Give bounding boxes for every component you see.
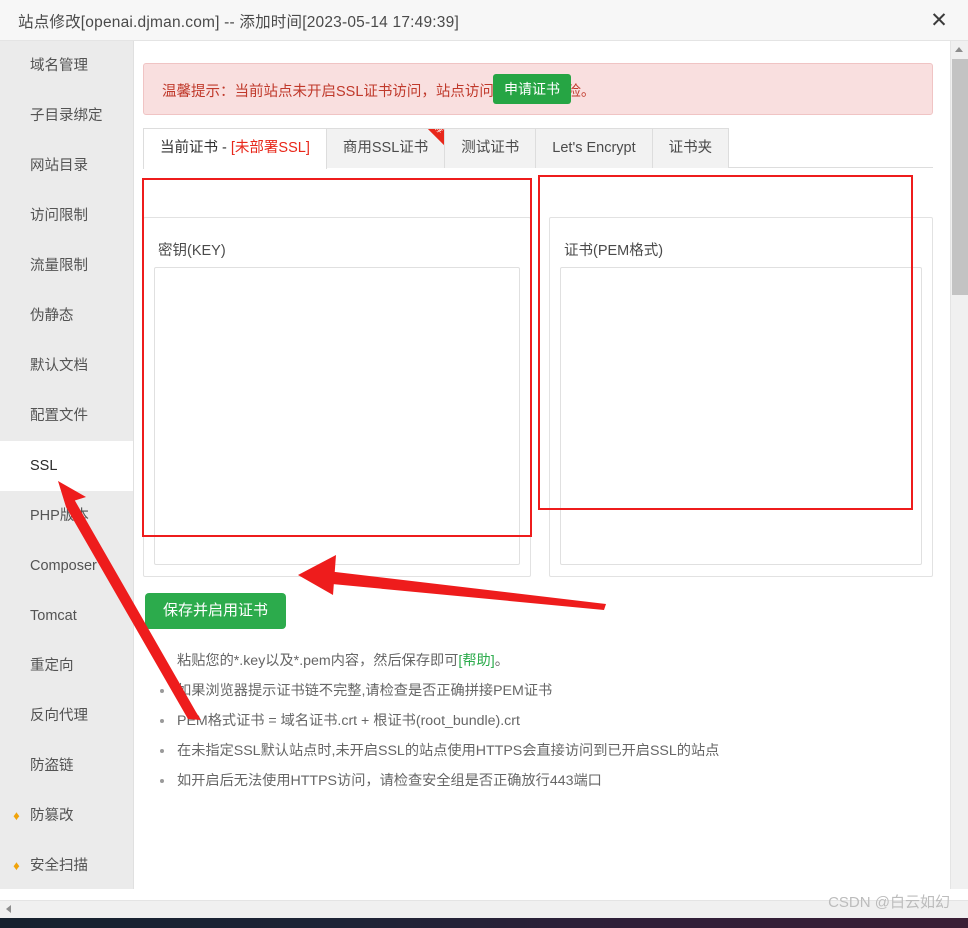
tip-text: 如开启后无法使用HTTPS访问，请检查安全组是否正确放行443端口 [177,773,602,789]
ssl-warning-banner: 温馨提示：当前站点未开启SSL证书访问，站点访问可能存在风险。 申请证书 [143,63,933,115]
tip-text: 如果浏览器提示证书链不完整,请检查是否正确拼接PEM证书 [177,683,552,699]
private-key-label: 密钥(KEY) [158,239,226,260]
sidebar-item-label: 安全扫描 [30,858,88,874]
sidebar-item-10[interactable]: Composer [0,541,133,591]
sidebar-item-label: 访问限制 [30,208,88,224]
tab-1[interactable]: 商用SSL证书推荐 [326,128,445,168]
private-key-input[interactable] [154,267,520,565]
tab-label: 当前证书 - [160,140,231,156]
sidebar-item-label: 重定向 [30,658,74,674]
sidebar-item-label: Composer [30,558,97,574]
sidebar-item-label: SSL [30,458,57,474]
gem-icon: ♦ [9,859,24,873]
sidebar-item-9[interactable]: PHP版本 [0,491,133,541]
close-icon[interactable]: ✕ [926,8,952,34]
sidebar-item-label: 默认文档 [30,358,88,374]
sidebar-item-label: 子目录绑定 [30,108,103,124]
sidebar-item-label: 反向代理 [30,708,88,724]
tab-label: 测试证书 [461,140,519,156]
tip-item: PEM格式证书 = 域名证书.crt + 根证书(root_bundle).cr… [153,711,933,732]
tip-item: 如果浏览器提示证书链不完整,请检查是否正确拼接PEM证书 [153,681,933,702]
sidebar-item-15[interactable]: ♦ 防篡改 [0,791,133,841]
sidebar-item-label: PHP版本 [30,508,89,524]
tip-item: 粘贴您的*.key以及*.pem内容，然后保存即可[帮助]。 [153,651,933,672]
sidebar-item-label: 防盗链 [30,758,74,774]
dialog-title: 站点修改[openai.djman.com] -- 添加时间[2023-05-1… [18,10,459,32]
sidebar-item-label: 配置文件 [30,408,88,424]
horizontal-scrollbar[interactable] [0,900,968,918]
sidebar-item-label: Tomcat [30,608,77,624]
sidebar-item-16[interactable]: ♦ 安全扫描 [0,841,133,891]
tab-status-suffix: [未部署SSL] [231,140,310,156]
sidebar-item-7[interactable]: 配置文件 [0,391,133,441]
vertical-scrollbar-thumb[interactable] [952,59,968,295]
apply-certificate-button[interactable]: 申请证书 [493,74,571,104]
tab-2[interactable]: 测试证书 [444,128,536,168]
sidebar-item-13[interactable]: 反向代理 [0,691,133,741]
sidebar-item-0[interactable]: 域名管理 [0,41,133,91]
sidebar-item-label: 防篡改 [30,808,74,824]
scroll-up-arrow-icon[interactable] [951,41,968,58]
sidebar-item-label: 网站目录 [30,158,88,174]
tab-label: Let's Encrypt [552,140,635,156]
dialog-titlebar: 站点修改[openai.djman.com] -- 添加时间[2023-05-1… [0,0,968,41]
ssl-tips-list: 粘贴您的*.key以及*.pem内容，然后保存即可[帮助]。如果浏览器提示证书链… [153,651,933,801]
private-key-panel: 密钥(KEY) [143,217,531,577]
settings-sidebar: 域名管理子目录绑定网站目录访问限制流量限制伪静态默认文档配置文件 SSL PHP版本… [0,41,134,889]
certificate-pem-label: 证书(PEM格式) [564,239,663,260]
ssl-content-panel: 温馨提示：当前站点未开启SSL证书访问，站点访问可能存在风险。 申请证书 当前证… [135,41,950,889]
sidebar-item-1[interactable]: 子目录绑定 [0,91,133,141]
sidebar-item-2[interactable]: 网站目录 [0,141,133,191]
dialog-body: 域名管理子目录绑定网站目录访问限制流量限制伪静态默认文档配置文件 SSL PHP版本… [0,41,950,889]
help-link[interactable]: [帮助] [458,653,494,669]
sidebar-item-4[interactable]: 流量限制 [0,241,133,291]
sidebar-item-11[interactable]: Tomcat [0,591,133,641]
tab-label: 证书夹 [669,140,713,156]
sidebar-item-8[interactable]: SSL [0,441,133,491]
scroll-left-arrow-icon[interactable] [0,901,17,918]
vertical-scrollbar[interactable] [950,41,968,889]
certificate-pem-panel: 证书(PEM格式) [549,217,933,577]
tip-text: PEM格式证书 = 域名证书.crt + 根证书(root_bundle).cr… [177,713,520,729]
tip-item: 如开启后无法使用HTTPS访问，请检查安全组是否正确放行443端口 [153,771,933,792]
sidebar-item-14[interactable]: 防盗链 [0,741,133,791]
tab-4[interactable]: 证书夹 [652,128,730,168]
ssl-tab-bar: 当前证书 - [未部署SSL]商用SSL证书推荐测试证书Let's Encryp… [143,128,933,168]
desktop-strip [0,918,968,928]
sidebar-item-3[interactable]: 访问限制 [0,191,133,241]
certificate-pem-input[interactable] [560,267,922,565]
tip-tail: 。 [495,653,509,669]
tip-text: 在未指定SSL默认站点时,未开启SSL的站点使用HTTPS会直接访问到已开启SS… [177,743,719,759]
site-edit-dialog: 站点修改[openai.djman.com] -- 添加时间[2023-05-1… [0,0,968,928]
gem-icon: ♦ [9,809,24,823]
tab-0[interactable]: 当前证书 - [未部署SSL] [143,128,327,169]
sidebar-item-6[interactable]: 默认文档 [0,341,133,391]
sidebar-item-label: 流量限制 [30,258,88,274]
tab-3[interactable]: Let's Encrypt [535,128,652,168]
tab-label: 商用SSL证书 [343,140,428,156]
tip-item: 在未指定SSL默认站点时,未开启SSL的站点使用HTTPS会直接访问到已开启SS… [153,741,933,762]
sidebar-item-label: 伪静态 [30,308,74,324]
sidebar-item-label: 域名管理 [30,58,88,74]
sidebar-item-5[interactable]: 伪静态 [0,291,133,341]
save-and-enable-certificate-button[interactable]: 保存并启用证书 [145,593,286,629]
tip-text: 粘贴您的*.key以及*.pem内容，然后保存即可 [177,653,458,669]
sidebar-item-12[interactable]: 重定向 [0,641,133,691]
